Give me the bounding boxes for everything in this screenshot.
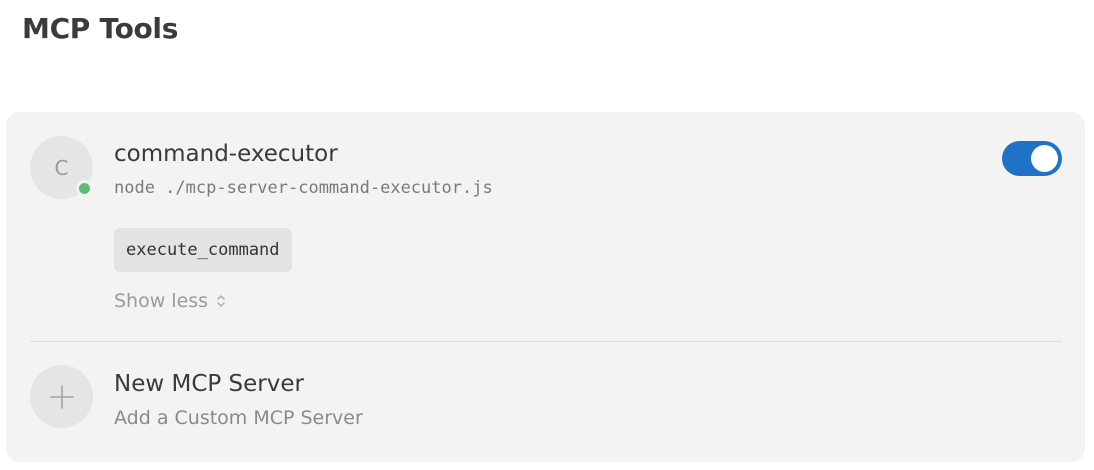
server-status-indicator xyxy=(76,180,93,197)
mcp-tools-page: MCP Tools C command-executor node ./mcp-… xyxy=(0,0,1094,470)
tool-chip-execute-command[interactable]: execute_command xyxy=(114,228,292,272)
server-enable-toggle[interactable] xyxy=(1002,141,1062,176)
new-mcp-server-button[interactable]: New MCP Server Add a Custom MCP Server xyxy=(6,342,1085,452)
avatar-letter: C xyxy=(54,155,69,180)
show-less-button[interactable]: Show less xyxy=(114,288,226,314)
plus-icon xyxy=(30,365,93,428)
mcp-servers-panel: C command-executor node ./mcp-server-com… xyxy=(6,112,1085,462)
server-command: node ./mcp-server-command-executor.js xyxy=(114,178,493,198)
toggle-knob xyxy=(1031,145,1058,172)
new-server-title: New MCP Server xyxy=(114,371,304,397)
server-name: command-executor xyxy=(114,141,338,167)
page-title: MCP Tools xyxy=(22,12,179,45)
new-server-subtitle: Add a Custom MCP Server xyxy=(114,407,363,429)
chevron-up-down-icon xyxy=(216,294,226,308)
show-less-label: Show less xyxy=(114,290,209,312)
